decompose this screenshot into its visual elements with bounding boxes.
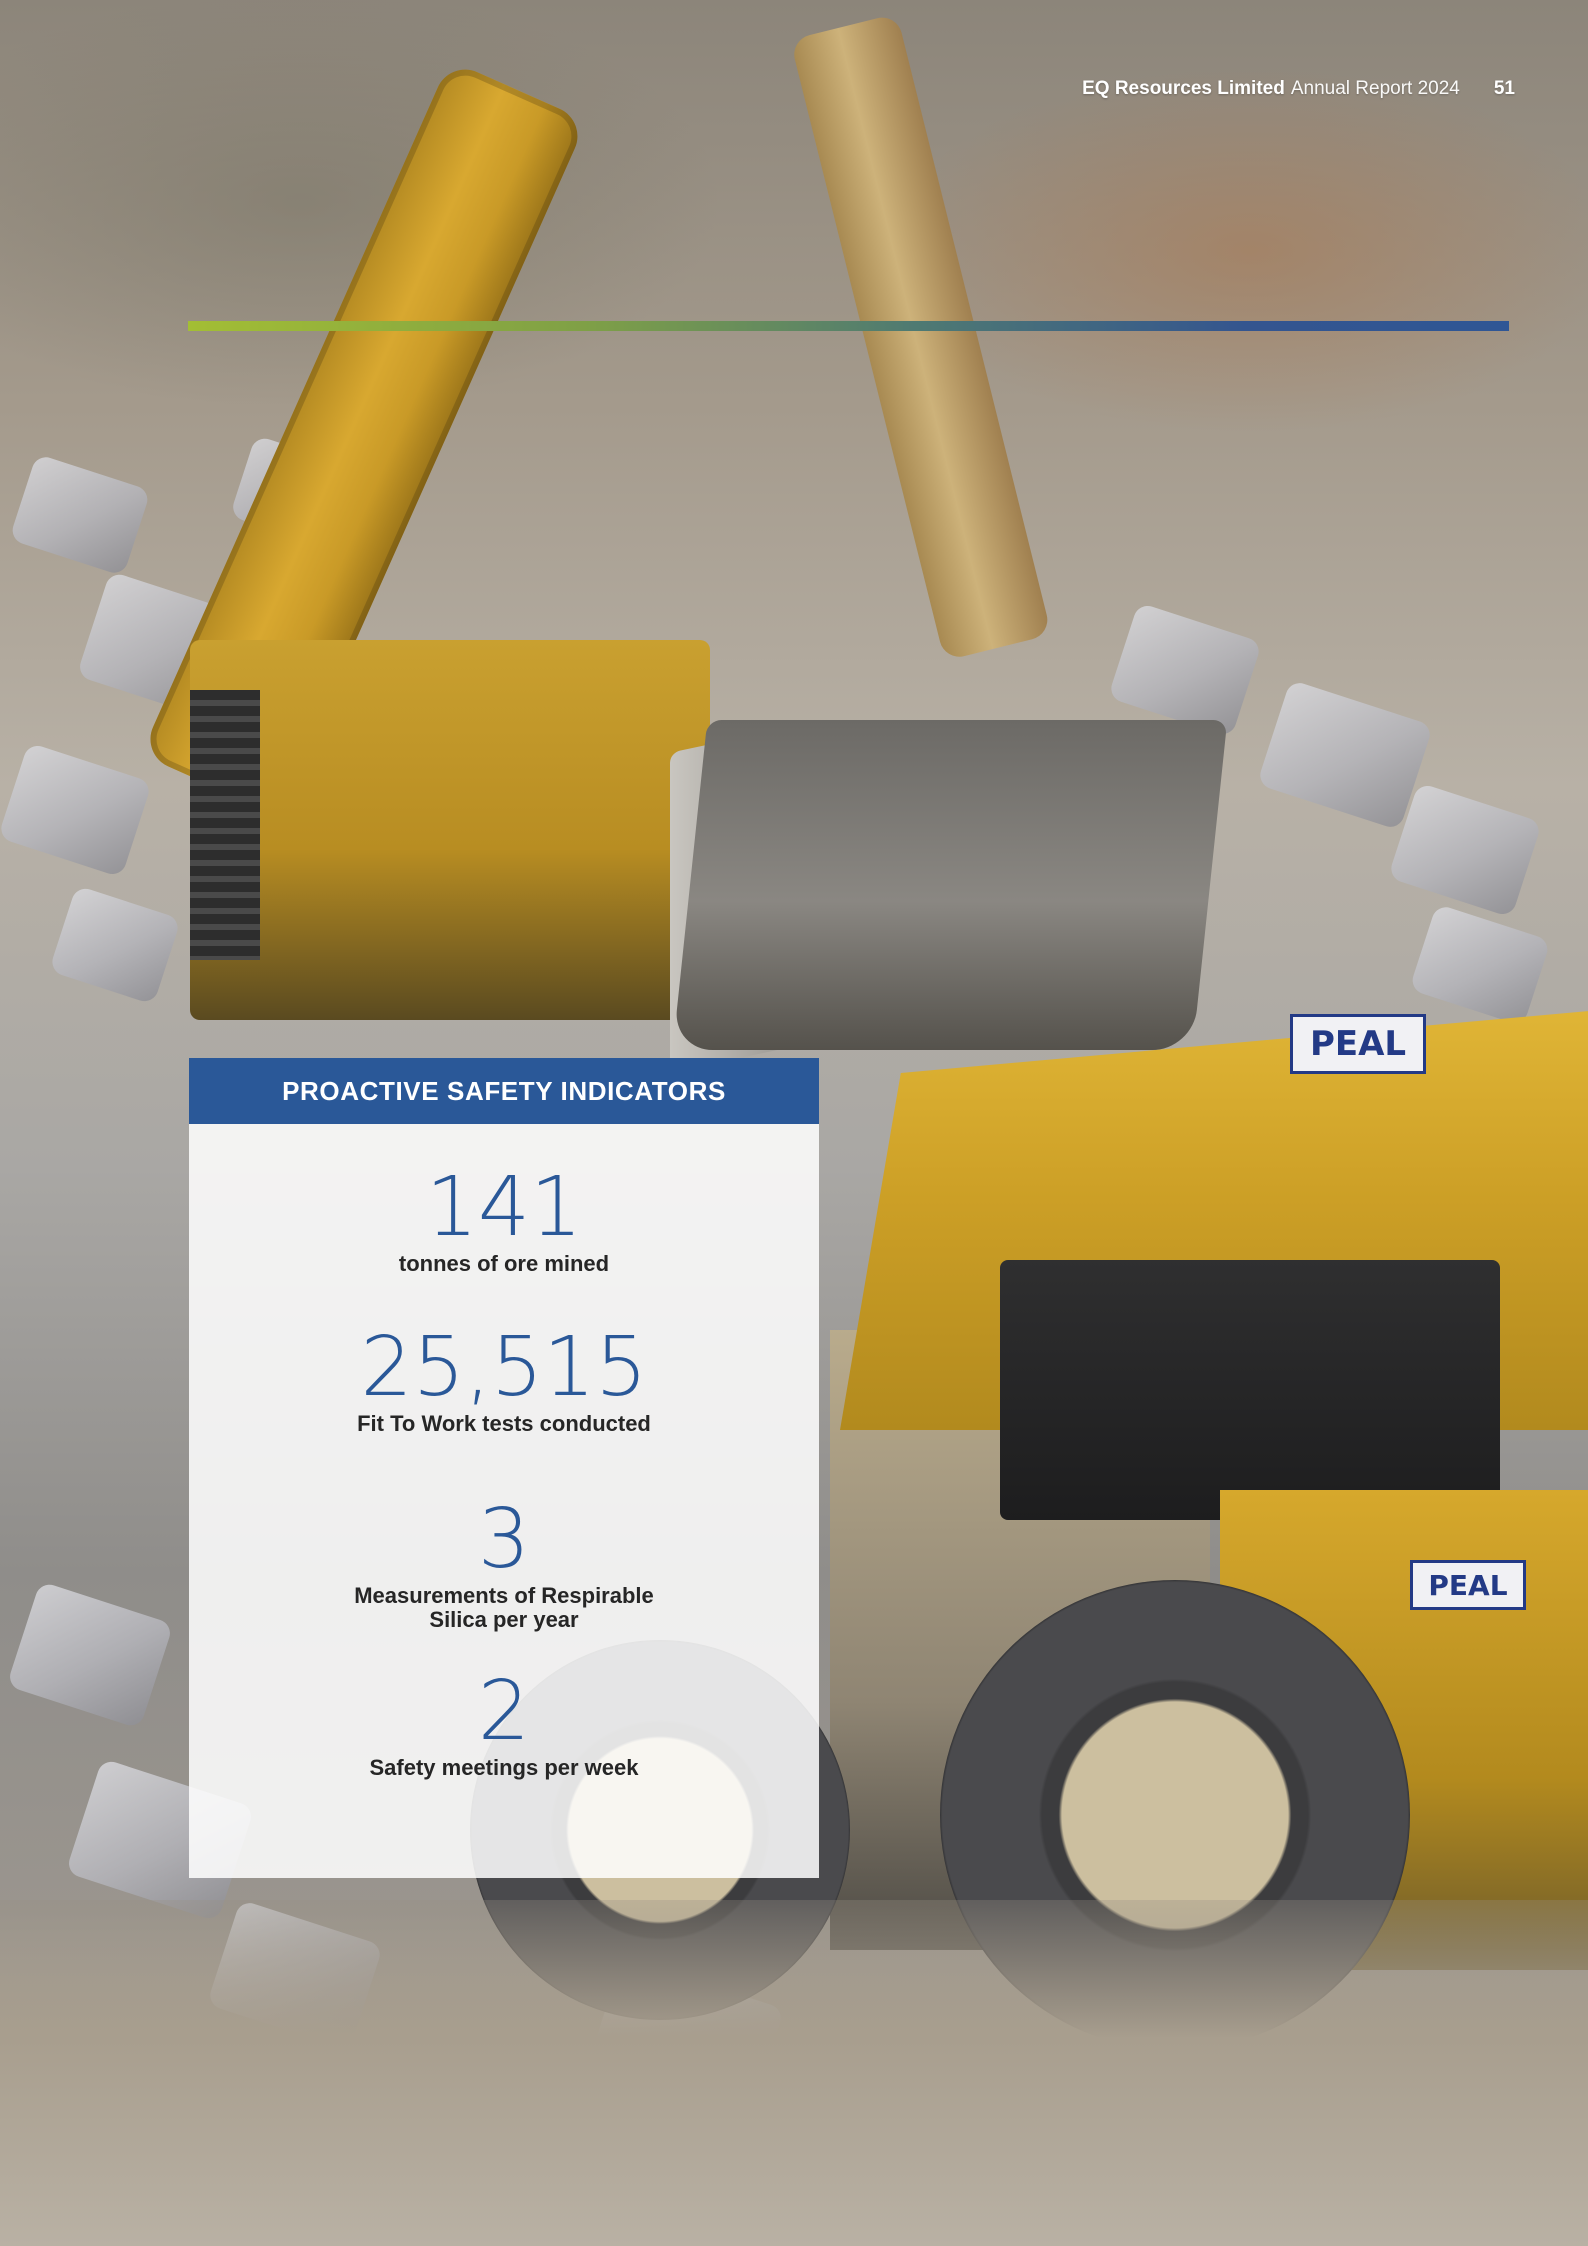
rock bbox=[1409, 903, 1551, 1027]
stat-value: 25,515 bbox=[360, 1320, 648, 1415]
stat-safety-meetings: 2 Safety meetings per week bbox=[189, 1671, 819, 1780]
page-number: 51 bbox=[1493, 78, 1515, 99]
company-name: EQ Resources Limited bbox=[1082, 78, 1285, 99]
rock bbox=[6, 1581, 174, 1729]
stat-ore-mined: 141 tonnes of ore mined bbox=[189, 1167, 819, 1276]
stat-label: tonnes of ore mined bbox=[398, 1251, 610, 1276]
peal-sign: PEAL bbox=[1410, 1560, 1526, 1610]
excavator-grille bbox=[190, 690, 260, 960]
stat-value: 3 bbox=[477, 1492, 531, 1587]
panel-body: 141 tonnes of ore mined 25,515 Fit To Wo… bbox=[189, 1124, 819, 1878]
peal-sign: PEAL bbox=[1290, 1014, 1426, 1074]
stat-silica: 3 Measurements of Respirable Silica per … bbox=[189, 1499, 819, 1632]
safety-indicators-panel: PROACTIVE SAFETY INDICATORS 141 tonnes o… bbox=[189, 1058, 819, 1878]
rock bbox=[9, 453, 151, 577]
rock bbox=[48, 885, 182, 1005]
panel-title: PROACTIVE SAFETY INDICATORS bbox=[189, 1058, 819, 1124]
stat-label: Silica per year bbox=[429, 1607, 579, 1632]
stat-value: 141 bbox=[425, 1160, 583, 1255]
rock bbox=[0, 742, 153, 878]
report-title: Annual Report 2024 bbox=[1290, 78, 1460, 99]
stat-label: Fit To Work tests conducted bbox=[357, 1411, 651, 1436]
rock bbox=[1387, 782, 1543, 918]
excavator-body bbox=[190, 640, 710, 1020]
gradient-divider bbox=[188, 321, 1509, 331]
ground bbox=[0, 1900, 1588, 2246]
page-header: EQ Resources Limited Annual Report 2024 … bbox=[1082, 78, 1515, 100]
rock bbox=[1256, 679, 1434, 831]
rock bbox=[1107, 602, 1263, 738]
stat-value: 2 bbox=[477, 1664, 531, 1759]
stat-label: Measurements of Respirable bbox=[354, 1583, 654, 1608]
excavator-stick bbox=[790, 13, 1052, 661]
truck-cab bbox=[1000, 1260, 1500, 1520]
stat-fit-to-work: 25,515 Fit To Work tests conducted bbox=[189, 1327, 819, 1436]
stat-label: Safety meetings per week bbox=[369, 1755, 639, 1780]
excavator-bucket bbox=[672, 720, 1228, 1050]
